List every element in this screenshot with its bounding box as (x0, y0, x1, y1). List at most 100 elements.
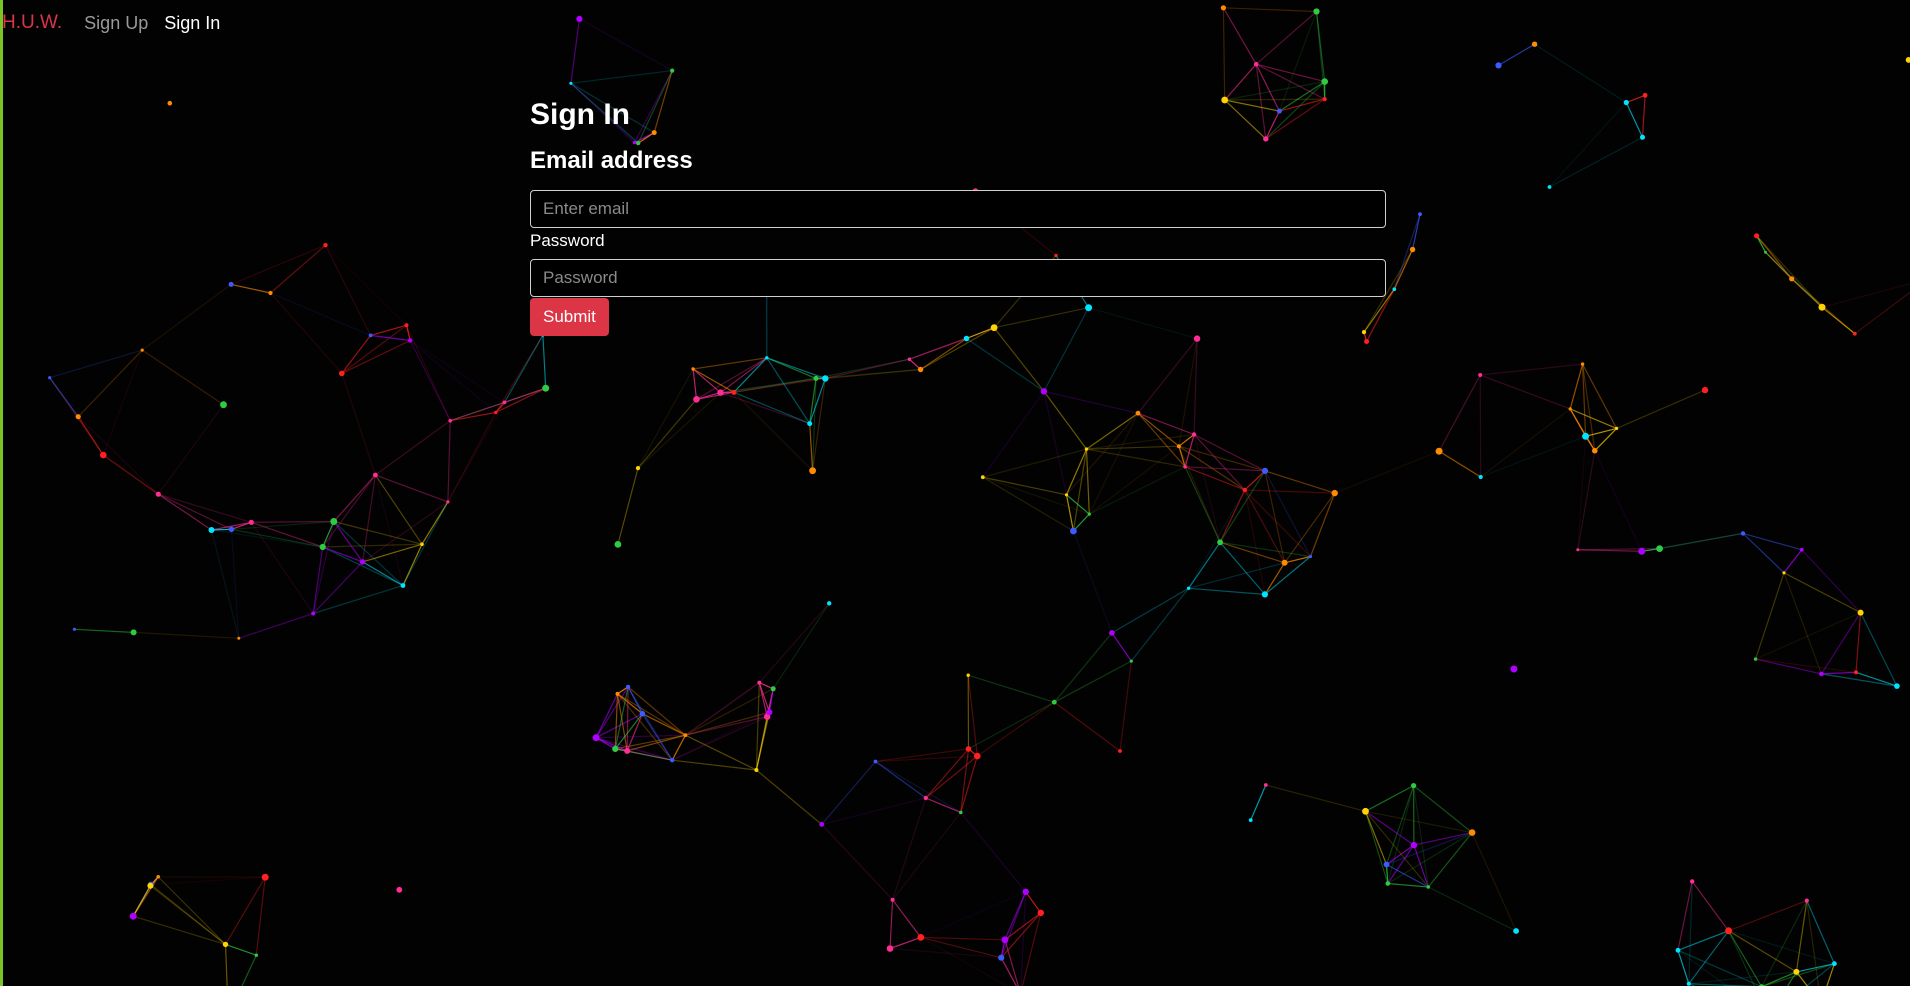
network-link (1479, 374, 1482, 478)
network-link (982, 390, 1045, 478)
network-link (1025, 891, 1042, 914)
network-link (409, 339, 505, 403)
network-node (1383, 861, 1390, 868)
network-link (1054, 660, 1132, 703)
network-node (1513, 928, 1519, 934)
network-node (624, 747, 631, 754)
network-link (1755, 572, 1785, 660)
network-node (208, 527, 215, 533)
network-node (129, 912, 137, 920)
network-link (925, 755, 978, 799)
network-link (1428, 886, 1517, 932)
network-link (1806, 900, 1820, 986)
network-node (923, 795, 928, 801)
network-link (821, 797, 926, 825)
password-input[interactable] (530, 259, 1386, 297)
network-link (1053, 701, 1121, 752)
network-node (822, 375, 829, 382)
network-link (1756, 235, 1823, 308)
network-node (167, 100, 173, 106)
network-link (362, 543, 423, 563)
network-link (49, 377, 79, 418)
network-node (635, 466, 641, 471)
network-link (1755, 612, 1861, 660)
network-link (1641, 95, 1646, 138)
network-node (890, 897, 895, 902)
network-node (827, 601, 832, 606)
page: H.U.W. Sign Up Sign In Sign In Email add… (0, 0, 1910, 986)
network-node (1321, 78, 1328, 85)
network-node (959, 810, 963, 815)
network-link (1334, 450, 1440, 494)
network-link (733, 391, 814, 472)
network-node (1701, 386, 1709, 394)
network-link (1265, 784, 1366, 812)
network-link (102, 454, 159, 495)
nav-link-sign-in[interactable]: Sign In (164, 13, 220, 34)
network-link (1594, 450, 1643, 552)
network-node (330, 518, 338, 525)
network-link (409, 340, 451, 421)
network-node (1410, 841, 1418, 849)
network-node (754, 768, 759, 772)
network-node (1852, 331, 1857, 336)
network-link (1193, 434, 1221, 543)
network-node (1857, 609, 1864, 616)
network-link (920, 936, 1005, 941)
network-link (270, 244, 326, 294)
network-link (1438, 450, 1482, 478)
network-link (150, 876, 266, 886)
network-node (974, 752, 981, 760)
email-input[interactable] (530, 190, 1386, 228)
brand-logo[interactable]: H.U.W. (2, 12, 62, 34)
network-node (1832, 961, 1837, 967)
network-link (230, 244, 326, 285)
network-node (614, 541, 622, 548)
network-node (1478, 474, 1483, 480)
network-link (685, 734, 757, 771)
network-node (1409, 246, 1416, 253)
network-link (617, 467, 639, 545)
network-link (1193, 433, 1266, 472)
network-link (1471, 832, 1517, 932)
network-link (875, 761, 927, 799)
network-node (1592, 447, 1598, 454)
network-link (1188, 489, 1246, 589)
network-node (1725, 927, 1733, 935)
network-node (1623, 99, 1629, 106)
network-node (420, 542, 424, 546)
network-link (1072, 530, 1113, 634)
network-node (765, 356, 769, 360)
network-node (1220, 5, 1226, 11)
network-link (756, 769, 823, 825)
network-node (1118, 749, 1122, 753)
network-node (1191, 432, 1197, 437)
network-link (241, 954, 257, 986)
network-link (77, 416, 104, 456)
email-label: Email address (530, 147, 693, 174)
network-link (772, 602, 830, 690)
network-node (1084, 447, 1089, 451)
network-node (693, 396, 700, 403)
network-node (1001, 936, 1009, 944)
network-node (1135, 410, 1141, 416)
network-node (261, 873, 269, 881)
network-node (1853, 670, 1859, 675)
network-node (1217, 539, 1223, 546)
network-node (917, 934, 925, 941)
network-link (150, 885, 226, 945)
network-link (821, 761, 876, 825)
network-node (965, 746, 972, 752)
network-link (1065, 448, 1088, 496)
network-link (409, 340, 497, 413)
network-link (1549, 136, 1643, 188)
nav-link-sign-up[interactable]: Sign Up (84, 13, 148, 34)
submit-button[interactable]: Submit (530, 298, 609, 336)
network-link (1256, 63, 1325, 83)
network-link (1020, 891, 1027, 986)
network-node (1686, 981, 1691, 986)
network-link (733, 377, 826, 393)
network-link (692, 368, 721, 394)
network-node (1040, 388, 1048, 395)
network-link (1223, 7, 1317, 13)
